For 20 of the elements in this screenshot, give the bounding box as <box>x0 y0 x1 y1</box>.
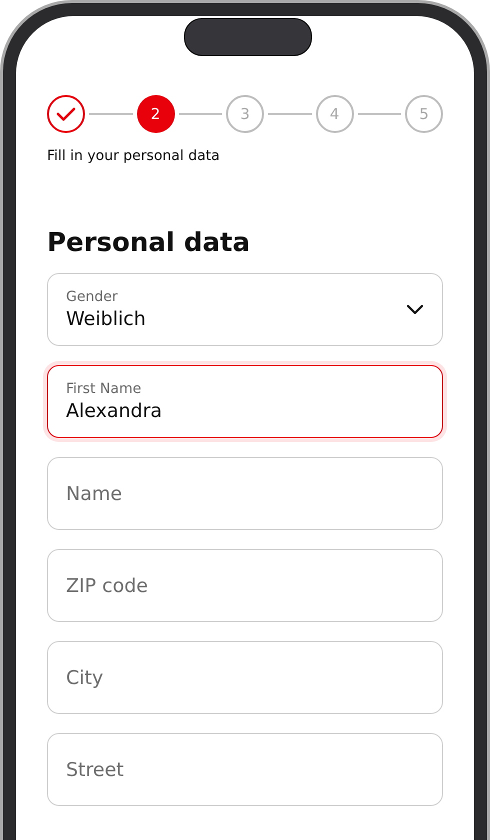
field-placeholder: Street <box>66 758 125 781</box>
input-field[interactable]: City <box>47 641 443 714</box>
step-indicator: 4 <box>316 95 354 133</box>
input-field[interactable]: ZIP code <box>47 549 443 622</box>
field-value: Weiblich <box>66 308 147 330</box>
field-placeholder: ZIP code <box>66 574 149 597</box>
gender-dropdown[interactable]: Gender Weiblich <box>47 273 443 346</box>
step-indicator: 2 <box>136 95 174 133</box>
step-indicator: 5 <box>405 95 443 133</box>
input-field[interactable]: Name <box>47 457 443 530</box>
field-label: Gender <box>66 289 119 306</box>
input-field[interactable]: Street <box>47 733 443 806</box>
step-indicator: 3 <box>226 95 264 133</box>
field-placeholder: Name <box>66 482 124 505</box>
section-heading: Personal data <box>47 228 251 260</box>
step-caption: Fill in your personal data <box>47 148 221 164</box>
field-value: Alexandra <box>66 400 164 422</box>
field-label: First Name <box>66 381 142 398</box>
chevron-down-icon[interactable] <box>406 304 424 316</box>
field-placeholder: City <box>66 666 104 689</box>
